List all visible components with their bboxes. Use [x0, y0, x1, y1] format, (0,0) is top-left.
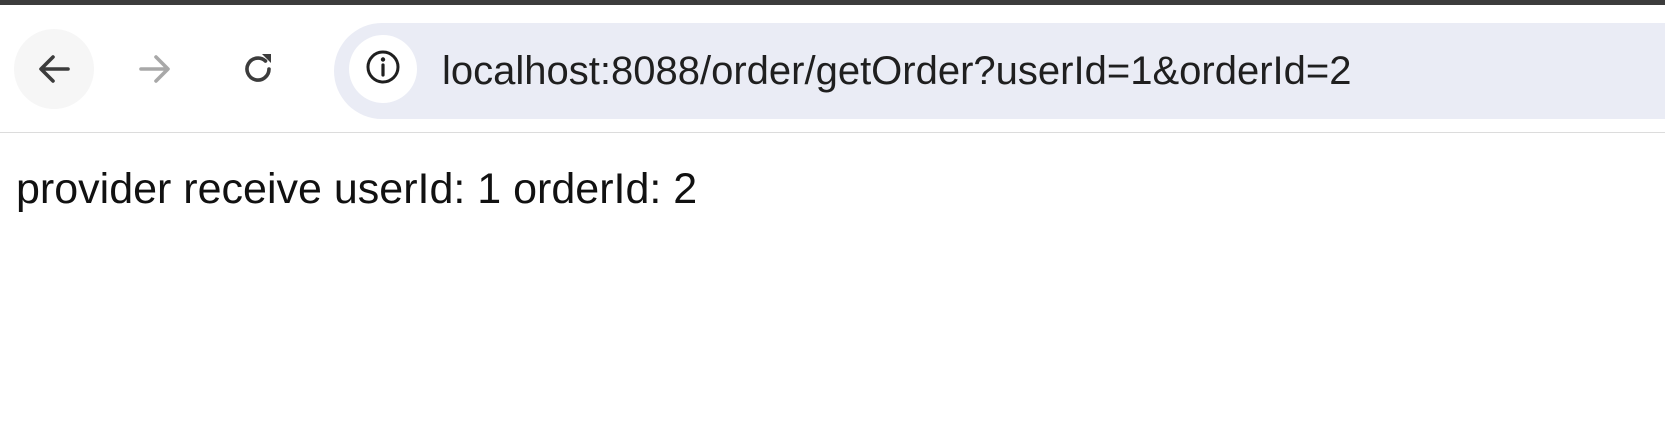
arrow-left-icon	[34, 49, 74, 89]
reload-button[interactable]	[218, 29, 298, 109]
address-bar[interactable]: localhost:8088/order/getOrder?userId=1&o…	[334, 23, 1665, 119]
url-text[interactable]: localhost:8088/order/getOrder?userId=1&o…	[442, 23, 1351, 119]
reload-icon	[238, 49, 278, 89]
info-icon	[364, 48, 402, 91]
page-body-text: provider receive userId: 1 orderId: 2	[16, 165, 698, 213]
arrow-right-icon	[135, 49, 175, 89]
forward-button[interactable]	[115, 29, 195, 109]
browser-toolbar: localhost:8088/order/getOrder?userId=1&o…	[0, 5, 1665, 133]
back-button[interactable]	[14, 29, 94, 109]
site-info-button[interactable]	[349, 35, 417, 103]
